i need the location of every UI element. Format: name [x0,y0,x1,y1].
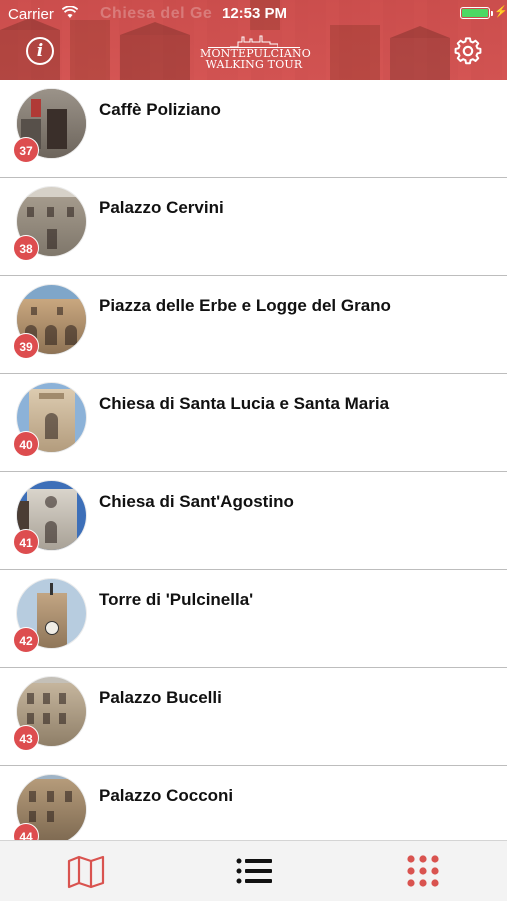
place-name: Caffè Poliziano [99,100,221,119]
list-item[interactable]: 38 Palazzo Cervini [0,178,507,276]
gear-icon [454,37,482,65]
place-name: Palazzo Cervini [99,198,224,217]
background-title-text: Chiesa del Ge [100,5,213,22]
battery-tip [491,11,493,16]
place-name: Chiesa di Sant'Agostino [99,492,294,511]
place-name: Piazza delle Erbe e Logge del Grano [99,296,391,315]
tab-list[interactable] [234,853,274,889]
logo-line-2: WALKING TOUR [205,58,303,71]
clock: 12:53 PM [222,5,288,22]
app-header: Carrier Chiesa del Ge 12:53 PM ⚡ i MONTE… [0,0,507,80]
places-list: 37 Caffè Poliziano 38 Palazzo Cervini 39… [0,80,507,840]
tab-grid[interactable] [403,853,443,889]
place-number-badge: 37 [13,137,39,163]
place-name: Palazzo Cocconi [99,786,234,805]
list-item[interactable]: 42 Torre di 'Pulcinella' [0,570,507,668]
list-item[interactable]: 39 Piazza delle Erbe e Logge del Grano [0,276,507,374]
list-item[interactable]: 37 Caffè Poliziano [0,80,507,178]
list-item[interactable]: 43 Palazzo Bucelli [0,668,507,766]
town-skyline-icon [230,35,278,48]
settings-button[interactable] [453,36,483,66]
status-bar: Carrier Chiesa del Ge 12:53 PM ⚡ [0,0,507,28]
list-item[interactable]: 44 Palazzo Cocconi [0,766,507,840]
place-number-badge: 41 [13,529,39,555]
list-item[interactable]: 40 Chiesa di Santa Lucia e Santa Maria [0,374,507,472]
place-name: Chiesa di Santa Lucia e Santa Maria [99,394,390,413]
tab-map[interactable] [66,853,106,889]
map-icon [67,855,105,889]
list-icon [236,858,272,884]
grid-icon [407,855,439,887]
carrier-label: Carrier [8,6,54,23]
charging-icon: ⚡ [494,6,507,18]
info-icon: i [36,41,44,61]
place-number-badge: 43 [13,725,39,751]
app-logo: MONTEPULCIANO WALKING TOUR [200,34,311,74]
info-button[interactable]: i [26,37,54,65]
place-number-badge: 42 [13,627,39,653]
place-name: Palazzo Bucelli [99,688,222,707]
tab-bar [0,840,507,901]
place-number-badge: 39 [13,333,39,359]
list-item[interactable]: 41 Chiesa di Sant'Agostino [0,472,507,570]
place-name: Torre di 'Pulcinella' [99,590,254,609]
place-number-badge: 38 [13,235,39,261]
wifi-icon [62,6,78,18]
battery-icon [460,7,490,19]
place-number-badge: 40 [13,431,39,457]
